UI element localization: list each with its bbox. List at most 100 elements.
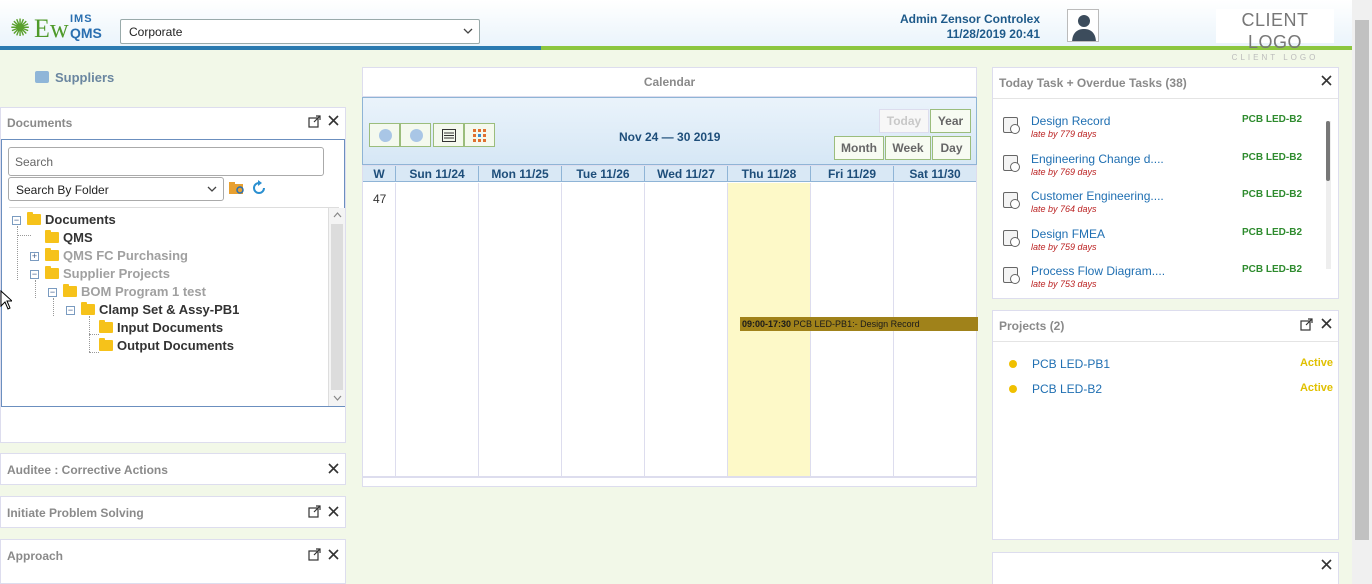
calendar-today-button[interactable]: Today	[879, 109, 929, 133]
task-late-text: late by 769 days	[1031, 167, 1097, 177]
calendar-grid-view-button[interactable]	[464, 123, 495, 147]
projects-divider	[993, 341, 1338, 342]
projects-panel-title: Projects (2)	[999, 319, 1065, 333]
collapse-toggle-icon[interactable]: −	[12, 216, 21, 225]
organization-select[interactable]: Corporate	[120, 19, 480, 44]
open-external-icon[interactable]	[308, 505, 321, 518]
tree-guide	[89, 352, 99, 353]
tree-node-input-documents[interactable]: Input Documents	[99, 320, 223, 338]
suppliers-link[interactable]: Suppliers	[35, 70, 114, 85]
calendar-header-day: Sun 11/24	[396, 166, 479, 182]
task-item[interactable]: Engineering Change d.... late by 769 day…	[1003, 152, 1323, 188]
chevron-down-icon	[463, 28, 473, 34]
calendar-event-time: 09:00-17:30	[742, 319, 792, 329]
project-item[interactable]: PCB LED-PB1 Active	[1009, 357, 1333, 373]
task-name[interactable]: Design FMEA	[1031, 227, 1105, 241]
tree-node-qms-fc-purchasing[interactable]: + QMS FC Purchasing	[30, 248, 188, 266]
tasks-scrollbar[interactable]	[1326, 121, 1331, 269]
current-datetime: 11/28/2019 20:41	[946, 27, 1040, 41]
folder-icon	[81, 302, 95, 315]
page-scrollbar-thumb[interactable]	[1355, 20, 1369, 540]
folder-search-icon[interactable]	[229, 181, 245, 195]
expand-toggle-icon[interactable]: +	[30, 252, 39, 261]
close-icon[interactable]	[1321, 75, 1332, 86]
calendar-header-row: W Sun 11/24 Mon 11/25 Tue 11/26 Wed 11/2…	[363, 166, 976, 182]
calendar-header-day: Sat 11/30	[909, 167, 961, 181]
tasks-scrollbar-thumb[interactable]	[1326, 121, 1330, 181]
calendar-header-day: Mon 11/25	[479, 166, 562, 182]
task-item[interactable]: Design FMEA late by 759 days PCB LED-B2	[1003, 227, 1323, 263]
calendar-year-button[interactable]: Year	[930, 109, 971, 133]
user-avatar[interactable]	[1067, 9, 1099, 42]
task-item[interactable]: Process Flow Diagram.... late by 753 day…	[1003, 264, 1323, 300]
tree-scrollbar-thumb[interactable]	[331, 224, 343, 390]
project-name[interactable]: PCB LED-B2	[1032, 382, 1102, 396]
user-name[interactable]: Admin Zensor Controlex	[900, 12, 1040, 26]
tree-node-label: Supplier Projects	[63, 266, 170, 281]
task-late-text: late by 753 days	[1031, 279, 1097, 289]
project-name[interactable]: PCB LED-PB1	[1032, 357, 1110, 371]
close-icon[interactable]	[328, 115, 339, 126]
close-icon[interactable]	[1321, 559, 1332, 570]
documents-panel-header: Documents	[1, 108, 345, 138]
tree-node-label: Input Documents	[117, 320, 224, 335]
collapse-toggle-icon[interactable]: −	[66, 306, 75, 315]
close-icon[interactable]	[1321, 318, 1332, 329]
project-item[interactable]: PCB LED-B2 Active	[1009, 382, 1333, 398]
open-external-icon[interactable]	[308, 115, 321, 128]
collapse-toggle-icon[interactable]: −	[48, 288, 57, 297]
task-name[interactable]: Customer Engineering....	[1031, 189, 1164, 203]
task-item[interactable]: Design Record late by 779 days PCB LED-B…	[1003, 114, 1323, 150]
scroll-up-icon[interactable]	[333, 211, 342, 218]
page-scrollbar[interactable]	[1352, 0, 1372, 584]
refresh-icon[interactable]	[251, 180, 267, 196]
calendar-day-cell[interactable]	[396, 183, 479, 476]
close-icon[interactable]	[328, 506, 339, 517]
logo-ims: IMS	[70, 13, 93, 25]
calendar-day-cell[interactable]	[562, 183, 645, 476]
task-name[interactable]: Process Flow Diagram....	[1031, 264, 1165, 278]
task-late-text: late by 764 days	[1031, 204, 1097, 214]
calendar-prev-button[interactable]	[369, 123, 400, 147]
folder-icon	[99, 338, 113, 351]
calendar-week-column	[363, 183, 396, 476]
calendar-week-button[interactable]: Week	[885, 136, 931, 160]
approach-panel-title: Approach	[7, 549, 64, 563]
search-by-folder-select[interactable]: Search By Folder	[8, 177, 224, 201]
folder-icon	[45, 230, 59, 243]
task-item[interactable]: Customer Engineering.... late by 764 day…	[1003, 189, 1323, 225]
calendar-panel-title: Calendar	[362, 67, 977, 97]
folder-icon	[99, 320, 113, 333]
tree-node-documents[interactable]: − Documents	[12, 212, 116, 230]
open-external-icon[interactable]	[308, 548, 321, 561]
open-external-icon[interactable]	[1300, 318, 1313, 331]
tree-node-qms[interactable]: QMS	[45, 230, 93, 248]
close-icon[interactable]	[328, 463, 339, 474]
documents-panel: Documents Search Search By Folder − Docum…	[0, 107, 346, 443]
calendar-day-cell[interactable]	[479, 183, 562, 476]
close-icon[interactable]	[328, 549, 339, 560]
calendar-next-button[interactable]	[400, 123, 431, 147]
app-logo[interactable]: ✺ Ew IMS QMS	[10, 13, 110, 45]
calendar-day-cell[interactable]	[645, 183, 728, 476]
tree-node-bom-program[interactable]: − BOM Program 1 test	[48, 284, 206, 302]
calendar-month-button[interactable]: Month	[834, 136, 884, 160]
status-dot-icon	[1009, 385, 1017, 393]
task-name[interactable]: Design Record	[1031, 114, 1110, 128]
task-name[interactable]: Engineering Change d....	[1031, 152, 1164, 166]
tree-node-supplier-projects[interactable]: − Supplier Projects	[30, 266, 170, 284]
tree-scrollbar[interactable]	[328, 208, 345, 406]
collapse-toggle-icon[interactable]: −	[30, 270, 39, 279]
task-clock-icon	[1003, 155, 1020, 172]
tree-node-clamp-set[interactable]: − Clamp Set & Assy-PB1	[66, 302, 239, 320]
calendar-day-button[interactable]: Day	[932, 136, 971, 160]
calendar-date-range: Nov 24 — 30 2019	[619, 130, 721, 144]
folder-icon	[45, 266, 59, 279]
tree-node-output-documents[interactable]: Output Documents	[99, 338, 234, 356]
calendar-event[interactable]: 09:00-17:30 PCB LED-PB1:- Design Record	[740, 317, 978, 331]
scroll-down-icon[interactable]	[333, 395, 342, 402]
suppliers-icon	[35, 71, 49, 83]
documents-search-input[interactable]: Search	[8, 147, 324, 176]
list-icon	[442, 129, 456, 142]
calendar-list-view-button[interactable]	[433, 123, 464, 147]
